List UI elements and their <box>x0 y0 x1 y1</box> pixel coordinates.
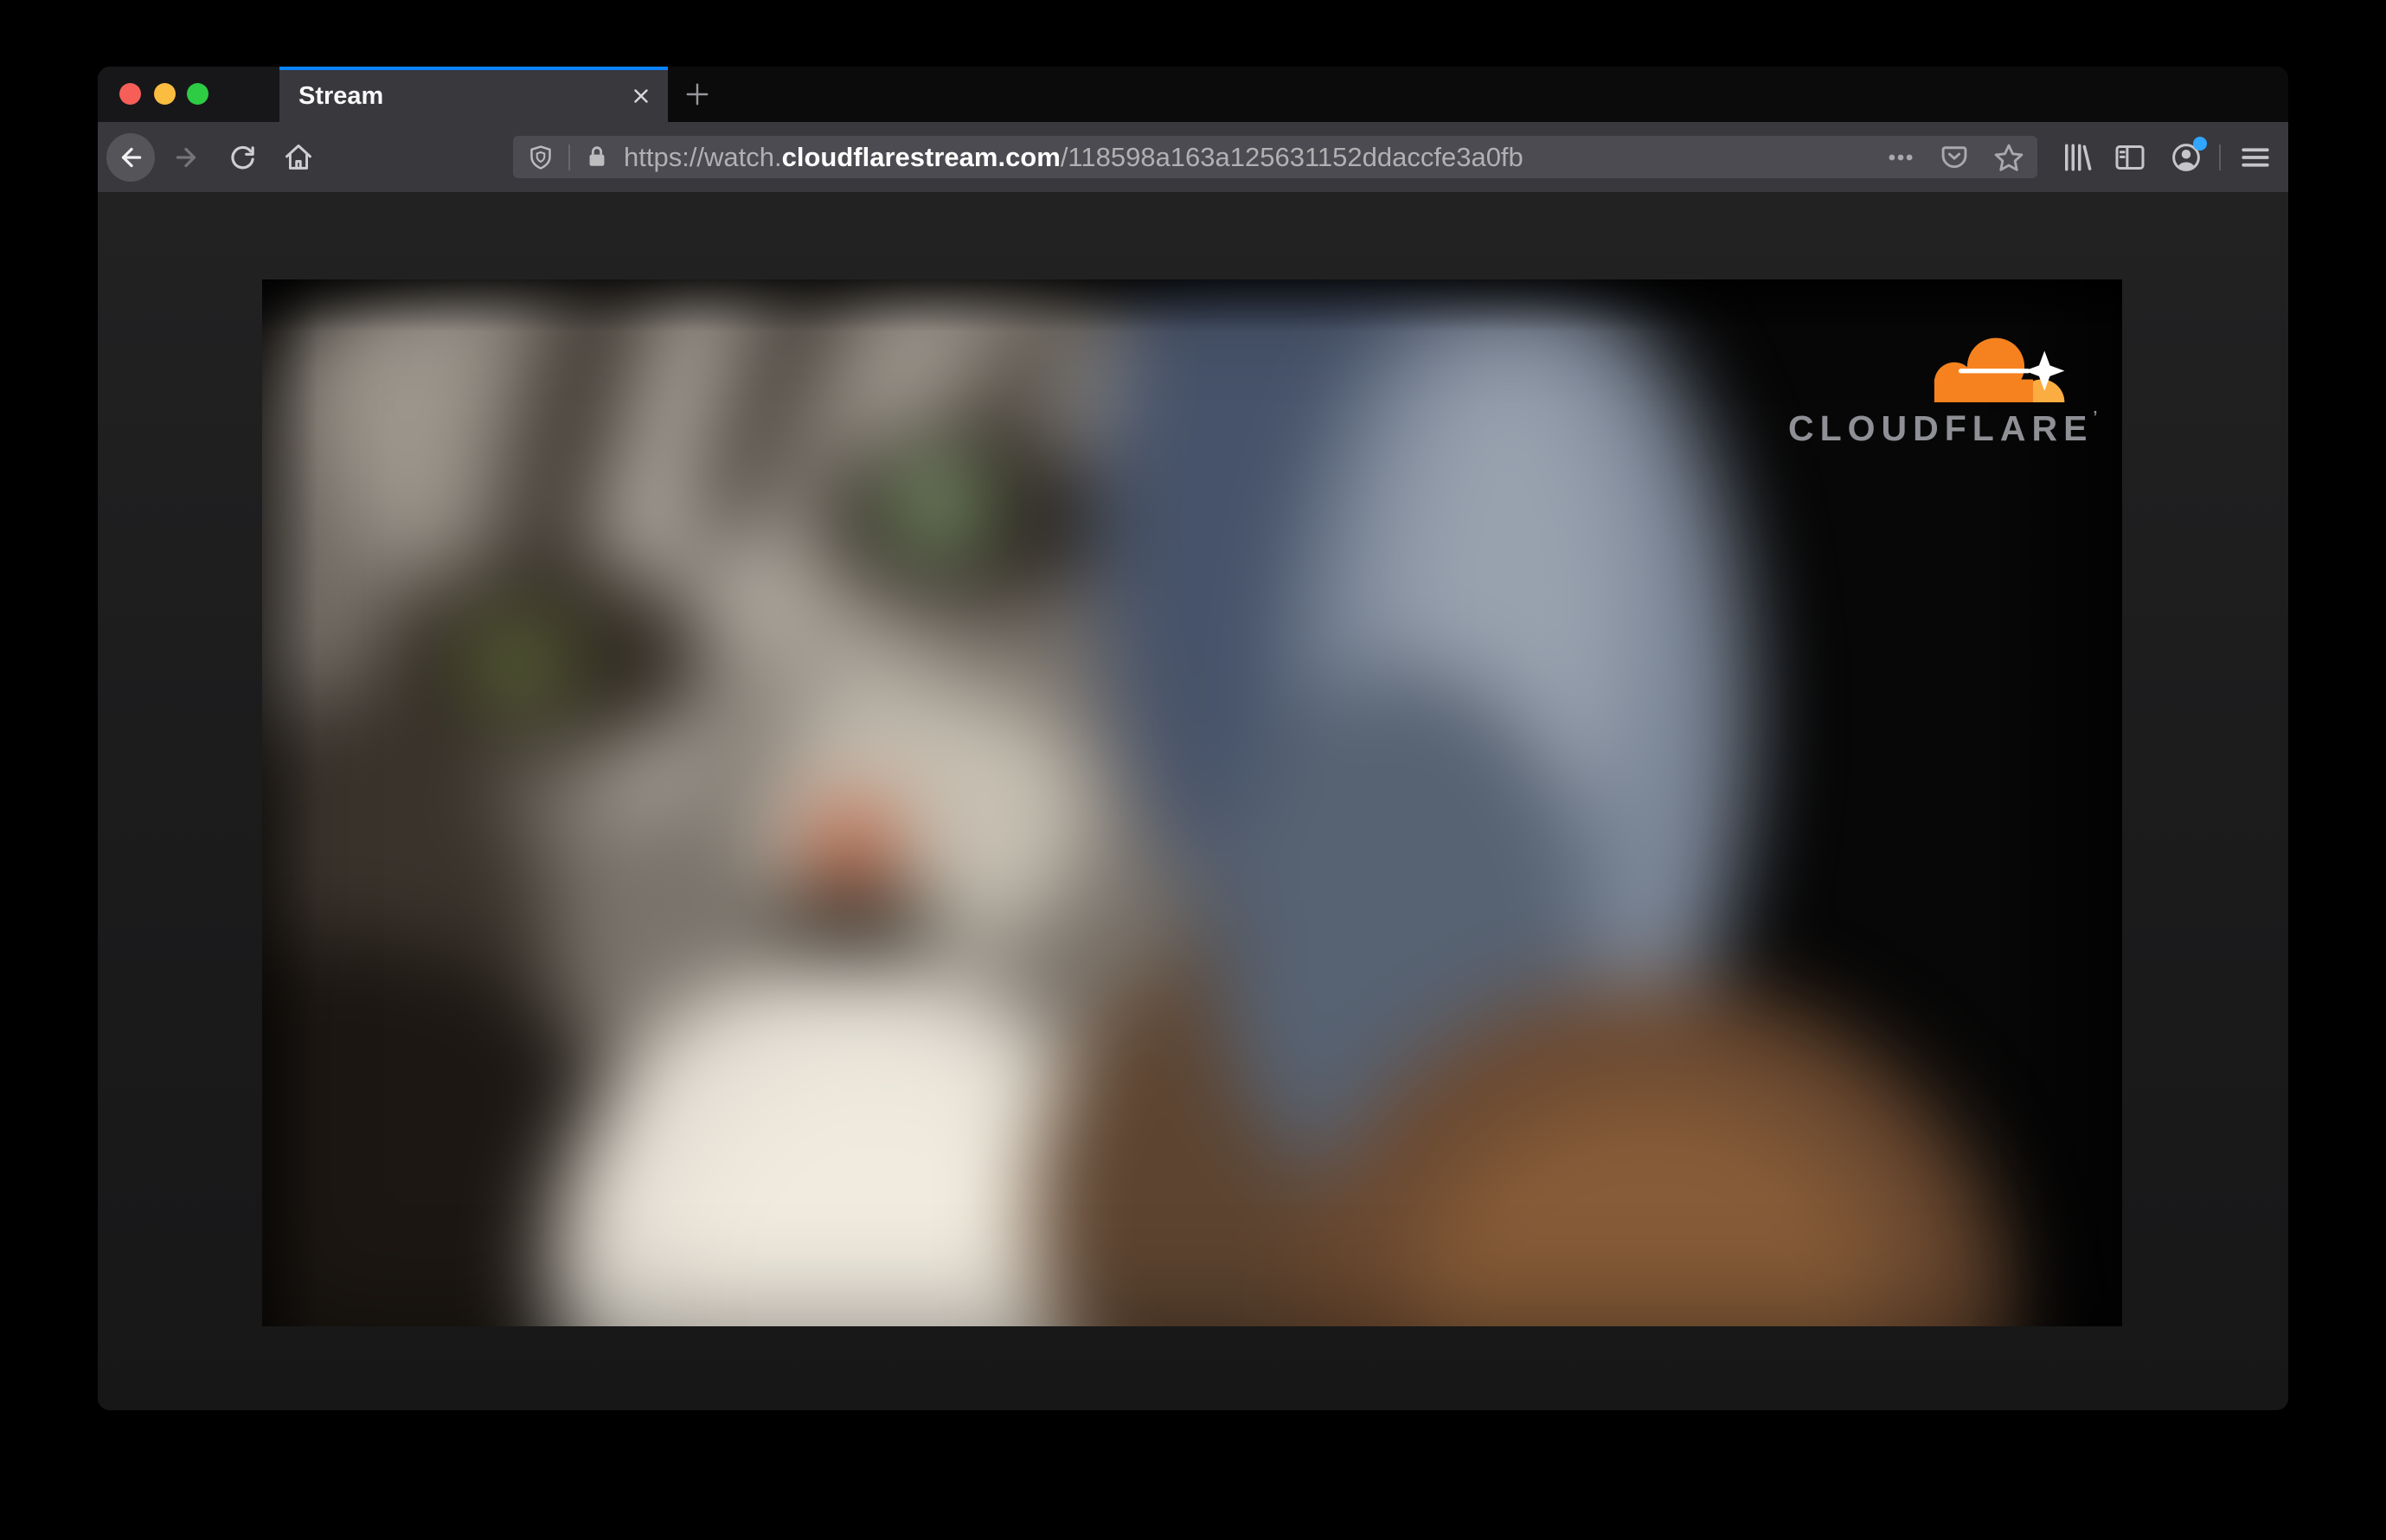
minimize-window-button[interactable] <box>154 83 176 105</box>
menu-button[interactable] <box>2238 140 2273 175</box>
cloudflare-wordmark: CLOUDFLARE’ <box>1788 408 2098 448</box>
toolbar-divider <box>2219 144 2221 170</box>
forward-button[interactable] <box>170 141 203 174</box>
tracking-shield-icon[interactable] <box>527 144 555 171</box>
new-tab-button[interactable] <box>684 81 710 107</box>
page-content: CLOUDFLARE’ <box>98 192 2288 1410</box>
window-controls <box>98 67 279 122</box>
tab-title: Stream <box>298 82 384 110</box>
page-actions-ellipsis-icon[interactable] <box>1885 142 1916 173</box>
url-bar[interactable]: https://watch.cloudflarestream.com/11859… <box>513 136 2037 178</box>
library-icon <box>2065 144 2092 171</box>
reload-icon <box>231 145 254 170</box>
desktop: { "window": { "controls": { "close": "cl… <box>0 0 2386 1540</box>
video-player[interactable]: CLOUDFLARE’ <box>262 279 2122 1326</box>
cloudflare-cloud-icon <box>1934 337 2065 402</box>
pocket-icon[interactable] <box>1939 142 1970 173</box>
navigation-toolbar: https://watch.cloudflarestream.com/11859… <box>98 122 2288 192</box>
urlbar-divider <box>568 144 570 170</box>
zoom-window-button[interactable] <box>187 83 208 105</box>
back-icon <box>121 147 142 168</box>
lock-icon[interactable] <box>584 144 612 171</box>
home-icon <box>285 144 311 170</box>
account-notification-badge <box>2193 137 2207 151</box>
account-button[interactable] <box>2169 137 2207 175</box>
close-window-button[interactable] <box>119 83 141 105</box>
url-domain: cloudflarestream.com <box>781 141 1061 172</box>
forward-icon <box>176 147 196 168</box>
library-button[interactable] <box>2059 140 2094 175</box>
url-path: /118598a163a125631152ddaccfe3a0fb <box>1060 141 1523 172</box>
cloudflare-trademark: ’ <box>2093 408 2098 426</box>
tab-bar: Stream <box>98 67 2288 122</box>
tab-close-icon[interactable] <box>630 85 652 107</box>
bookmark-star-icon[interactable] <box>1992 142 2024 173</box>
browser-window: Stream https://watch.cloudflarestream.co… <box>98 67 2288 1410</box>
url-prefix: https://watch. <box>624 141 782 172</box>
url-text[interactable]: https://watch.cloudflarestream.com/11859… <box>624 142 1863 173</box>
sidebar-icon <box>2115 145 2145 170</box>
home-button[interactable] <box>282 141 315 174</box>
cloudflare-logo: CLOUDFLARE’ <box>1788 328 2098 449</box>
sidebar-button[interactable] <box>2113 140 2147 175</box>
back-button[interactable] <box>106 133 155 182</box>
menu-hamburger-icon <box>2242 148 2269 167</box>
reload-button[interactable] <box>227 141 260 174</box>
tab-stream[interactable]: Stream <box>279 67 668 122</box>
